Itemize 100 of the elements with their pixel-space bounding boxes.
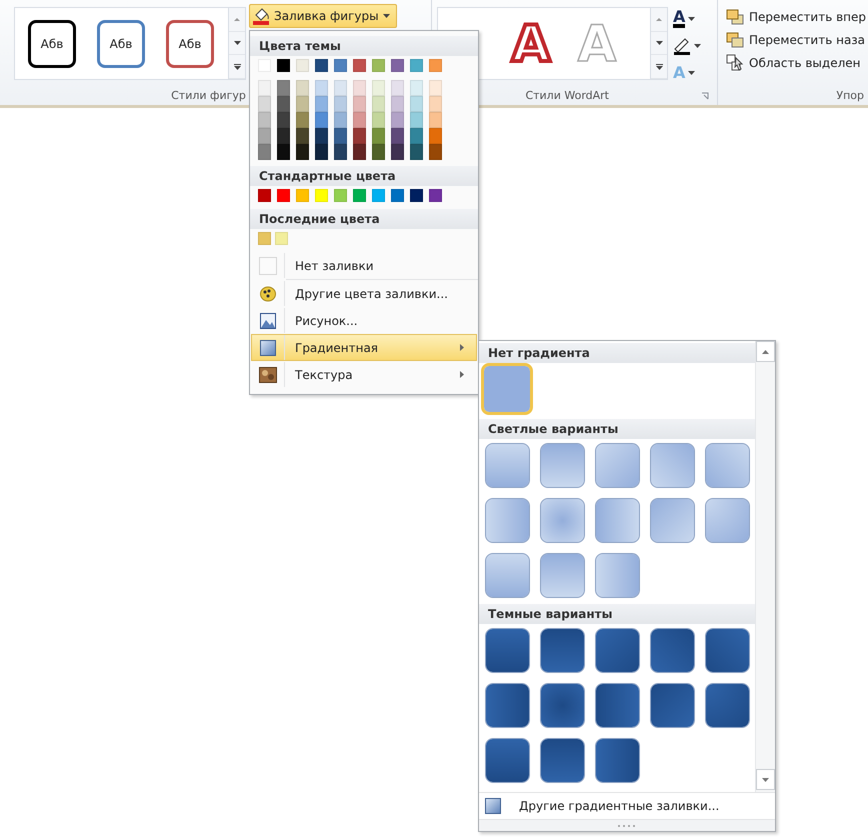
shape-style-item[interactable]: Абв [97,20,145,68]
color-swatch[interactable] [258,232,271,245]
color-swatch[interactable] [410,80,423,96]
shape-style-item[interactable]: Абв [166,20,214,68]
color-swatch[interactable] [391,59,404,72]
color-swatch[interactable] [296,59,309,72]
color-swatch[interactable] [334,189,347,202]
color-swatch[interactable] [296,112,309,128]
color-swatch[interactable] [353,80,366,96]
color-swatch[interactable] [296,189,309,202]
dialog-launcher-icon[interactable] [701,92,709,100]
color-swatch[interactable] [334,112,347,128]
color-swatch[interactable] [315,80,328,96]
color-swatch[interactable] [258,189,271,202]
gradient-swatch[interactable] [485,498,530,543]
color-swatch[interactable] [372,96,385,112]
color-swatch[interactable] [277,128,290,144]
gradient-swatch[interactable] [705,443,750,488]
color-swatch[interactable] [258,96,271,112]
gradient-swatch[interactable] [595,443,640,488]
color-swatch[interactable] [296,96,309,112]
color-swatch[interactable] [391,96,404,112]
menu-item[interactable]: Рисунок... [251,307,477,334]
menu-item[interactable]: Нет заливки [251,252,477,279]
gradient-swatch[interactable] [540,443,585,488]
color-swatch[interactable] [315,96,328,112]
color-swatch[interactable] [372,59,385,72]
gradient-swatch[interactable] [650,628,695,673]
color-swatch[interactable] [391,112,404,128]
gradient-swatch[interactable] [540,683,585,728]
color-swatch[interactable] [334,59,347,72]
color-swatch[interactable] [277,189,290,202]
color-swatch[interactable] [315,189,328,202]
color-swatch[interactable] [410,128,423,144]
color-swatch[interactable] [296,80,309,96]
text-fill-button[interactable]: A [673,10,686,28]
color-swatch[interactable] [353,128,366,144]
color-swatch[interactable] [353,59,366,72]
color-swatch[interactable] [275,232,288,245]
color-swatch[interactable] [315,144,328,160]
menu-item[interactable]: Градиентная [251,334,477,361]
color-swatch[interactable] [429,189,442,202]
arrange-command[interactable]: Переместить впер [726,5,866,28]
gradient-swatch[interactable] [595,628,640,673]
gradient-swatch[interactable] [705,498,750,543]
color-swatch[interactable] [391,80,404,96]
gradient-swatch[interactable] [540,553,585,598]
color-swatch[interactable] [277,59,290,72]
color-swatch[interactable] [410,144,423,160]
color-swatch[interactable] [372,112,385,128]
color-swatch[interactable] [258,80,271,96]
color-swatch[interactable] [258,112,271,128]
gradient-swatch[interactable] [540,498,585,543]
arrange-command[interactable]: Область выделен [726,51,860,74]
color-swatch[interactable] [315,59,328,72]
color-swatch[interactable] [410,112,423,128]
color-swatch[interactable] [429,144,442,160]
color-swatch[interactable] [372,80,385,96]
color-swatch[interactable] [391,144,404,160]
color-swatch[interactable] [277,112,290,128]
gradient-swatch[interactable] [485,628,530,673]
gradient-swatch[interactable] [540,628,585,673]
color-swatch[interactable] [277,144,290,160]
scroll-down-button[interactable] [756,769,775,790]
text-outline-icon[interactable] [673,36,691,54]
menu-item[interactable]: Другие цвета заливки... [251,280,477,307]
gradient-swatch[interactable] [485,553,530,598]
gradient-swatch[interactable] [485,683,530,728]
shape-style-item[interactable]: Абв [28,20,76,68]
color-swatch[interactable] [296,144,309,160]
menu-item[interactable]: Текстура [251,361,477,388]
color-swatch[interactable] [315,128,328,144]
arrange-command[interactable]: Переместить наза [726,28,866,51]
color-swatch[interactable] [334,144,347,160]
color-swatch[interactable] [258,144,271,160]
gradient-swatch[interactable] [485,443,530,488]
color-swatch[interactable] [277,96,290,112]
color-swatch[interactable] [334,96,347,112]
color-swatch[interactable] [391,189,404,202]
gradient-swatch[interactable] [595,498,640,543]
color-swatch[interactable] [429,96,442,112]
gradient-swatch[interactable] [595,738,640,783]
gradient-swatch[interactable] [481,363,533,415]
gradient-swatch[interactable] [595,683,640,728]
wordart-style-item[interactable]: A [498,14,564,72]
color-swatch[interactable] [353,144,366,160]
color-swatch[interactable] [429,128,442,144]
color-swatch[interactable] [429,59,442,72]
color-swatch[interactable] [372,144,385,160]
gradient-swatch[interactable] [705,683,750,728]
gradient-swatch[interactable] [650,683,695,728]
resize-grip[interactable] [479,819,775,831]
shape-fill-button[interactable]: Заливка фигуры [249,4,397,28]
scroll-up-button[interactable] [756,341,775,362]
color-swatch[interactable] [372,189,385,202]
color-swatch[interactable] [410,59,423,72]
gradient-swatch[interactable] [485,738,530,783]
color-swatch[interactable] [258,128,271,144]
color-swatch[interactable] [315,112,328,128]
color-swatch[interactable] [429,112,442,128]
